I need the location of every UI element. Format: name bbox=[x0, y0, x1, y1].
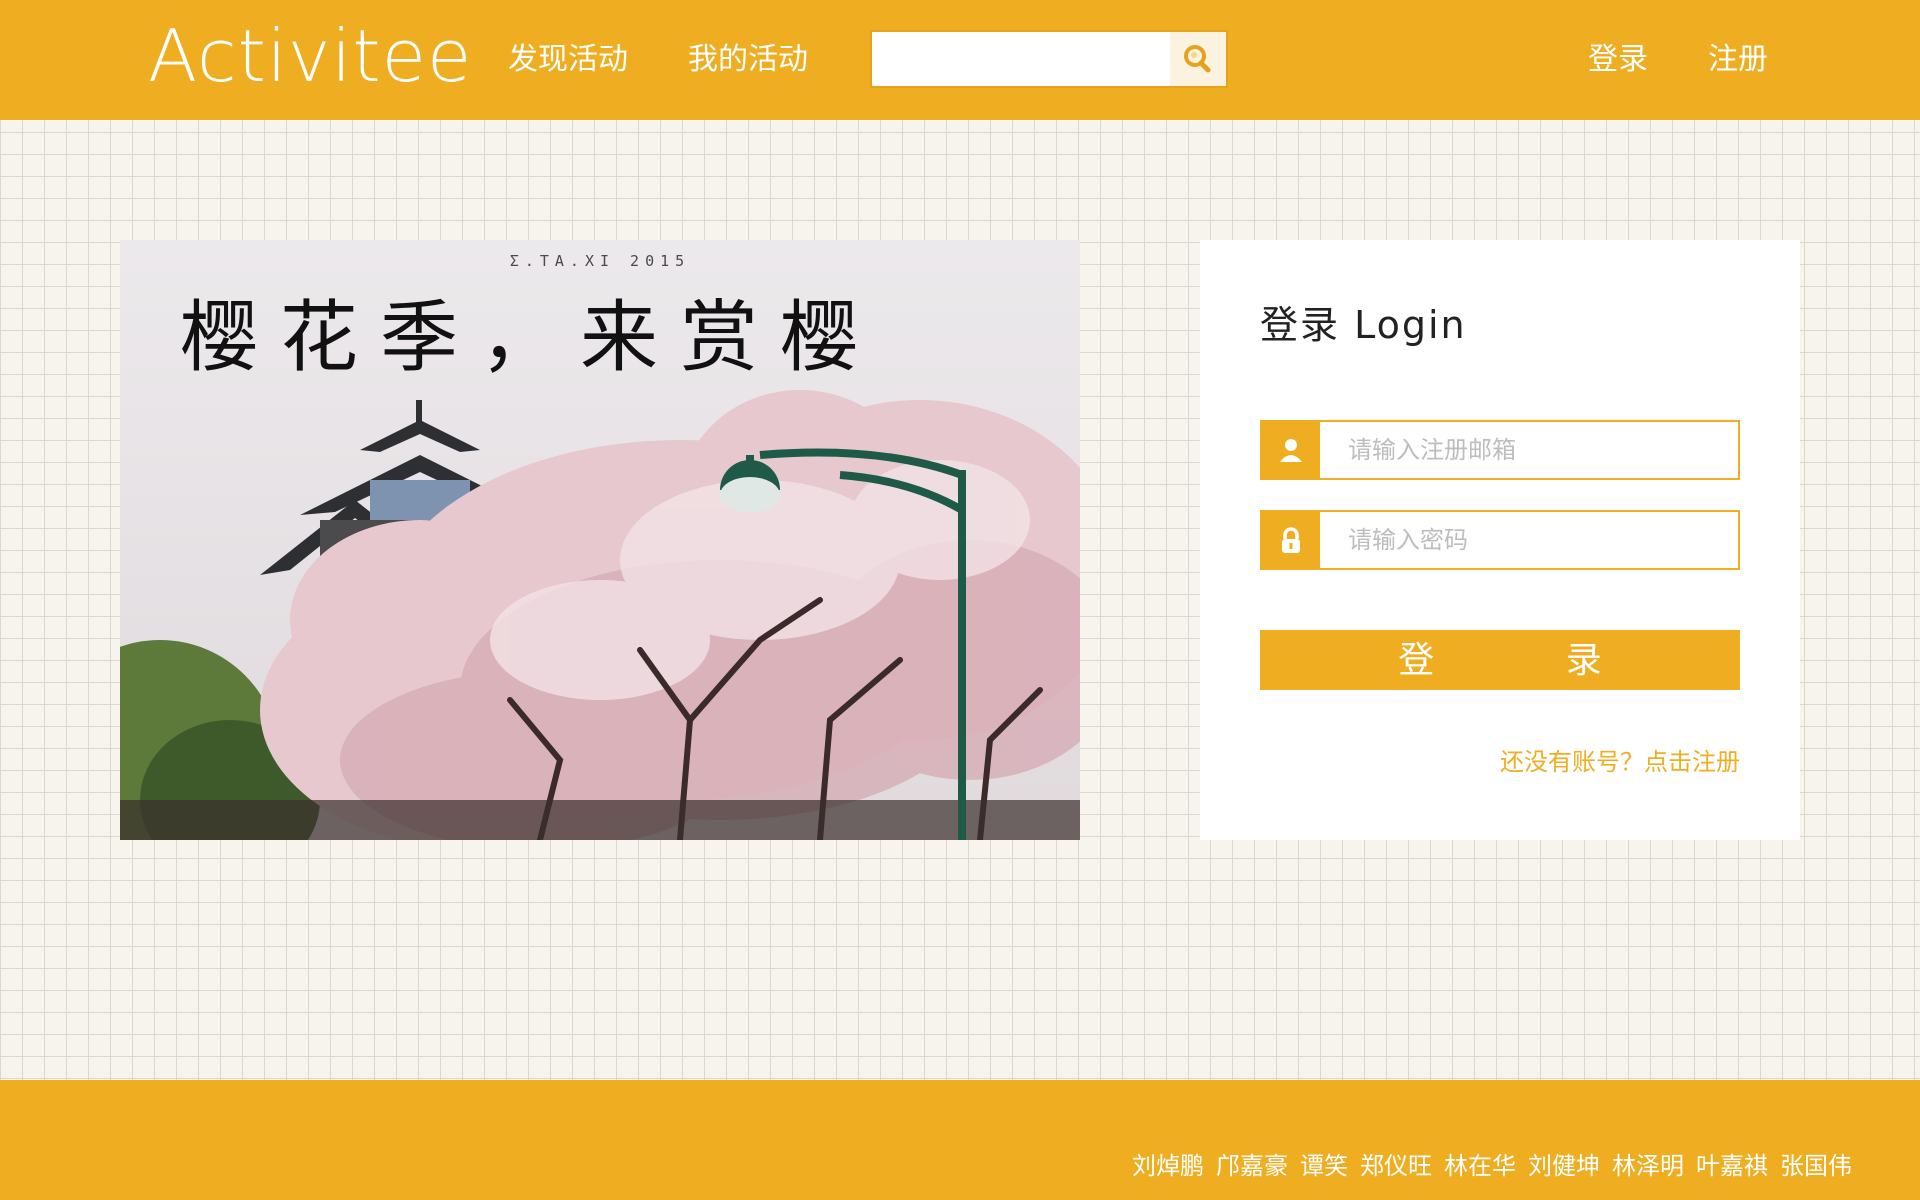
email-field bbox=[1260, 420, 1740, 480]
email-input[interactable] bbox=[1320, 422, 1738, 478]
register-prompt-link[interactable]: 还没有账号？点击注册 bbox=[1500, 745, 1740, 779]
credit-name: 刘健坤 bbox=[1528, 1152, 1600, 1180]
credit-name: 林泽明 bbox=[1612, 1152, 1684, 1180]
search-box bbox=[870, 30, 1228, 88]
banner-title: 樱花季，来赏樱 bbox=[180, 293, 881, 383]
user-icon bbox=[1280, 439, 1302, 462]
login-card: 登录 Login 登 录 还没有账号？点击注册 bbox=[1200, 240, 1800, 840]
lock-icon bbox=[1282, 527, 1300, 553]
search-button[interactable] bbox=[1170, 32, 1226, 86]
nav-discover-activities[interactable]: 发现活动 bbox=[508, 40, 628, 80]
header-login-link[interactable]: 登录 bbox=[1588, 40, 1648, 80]
email-field-icon-box bbox=[1262, 422, 1320, 478]
top-navbar: Activitee 发现活动 我的活动 登录 注册 bbox=[0, 0, 1920, 120]
team-credits: 刘焯鹏 邝嘉豪 谭笑 郑仪旺 林在华 刘健坤 林泽明 叶嘉祺 张国伟 bbox=[1132, 1150, 1852, 1182]
credit-name: 刘焯鹏 bbox=[1132, 1152, 1204, 1180]
credit-name: 张国伟 bbox=[1780, 1152, 1852, 1180]
password-field bbox=[1260, 510, 1740, 570]
credit-name: 谭笑 bbox=[1300, 1152, 1348, 1180]
nav-my-activities[interactable]: 我的活动 bbox=[688, 40, 808, 80]
banner-image: Σ.TA.XI 2015 樱花季，来赏樱 bbox=[120, 240, 1080, 840]
login-title: 登录 Login bbox=[1260, 303, 1467, 347]
login-submit-button[interactable]: 登 录 bbox=[1260, 630, 1740, 690]
credit-name: 邝嘉豪 bbox=[1216, 1152, 1288, 1180]
main-content: Σ.TA.XI 2015 樱花季，来赏樱 登录 Login 请输入注册邮箱 登 … bbox=[0, 120, 1920, 1080]
password-field-icon-box bbox=[1262, 512, 1320, 568]
search-icon bbox=[1184, 45, 1211, 73]
footer: 刘焯鹏 邝嘉豪 谭笑 郑仪旺 林在华 刘健坤 林泽明 叶嘉祺 张国伟 bbox=[0, 1080, 1920, 1200]
site-logo[interactable]: Activitee bbox=[148, 14, 472, 98]
photo-credit: Σ.TA.XI 2015 bbox=[509, 252, 691, 270]
credit-name: 林在华 bbox=[1444, 1152, 1516, 1180]
password-input[interactable] bbox=[1320, 512, 1738, 568]
search-input[interactable] bbox=[872, 32, 1170, 86]
credit-name: 叶嘉祺 bbox=[1696, 1152, 1768, 1180]
credit-name: 郑仪旺 bbox=[1360, 1152, 1432, 1180]
header-register-link[interactable]: 注册 bbox=[1708, 40, 1768, 80]
